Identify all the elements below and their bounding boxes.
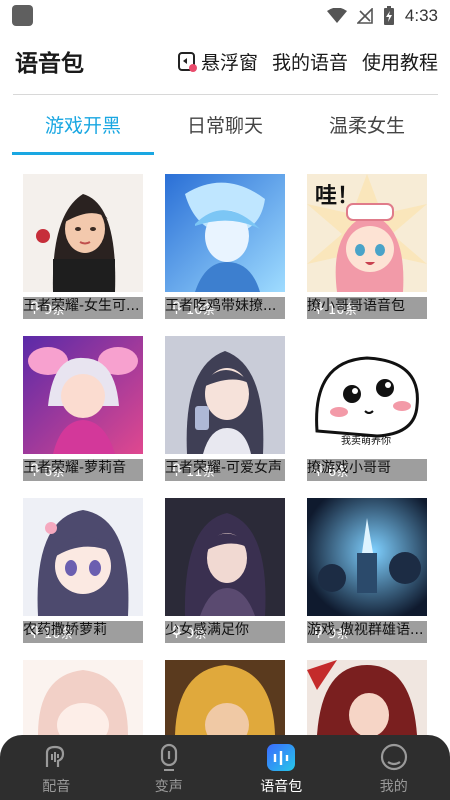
battery-charging-icon — [383, 6, 394, 25]
float-window-button[interactable]: 悬浮窗 — [177, 48, 258, 75]
wifi-icon — [326, 8, 347, 23]
nav-dubbing[interactable]: 配音 — [0, 735, 113, 800]
voice-pack-card[interactable]: 6条 王者荣耀-萝莉音 — [23, 336, 143, 481]
float-window-label: 悬浮窗 — [200, 52, 258, 74]
blush-face-sticker-thumbnail: 我卖萌养你 — [307, 336, 427, 454]
voice-pack-card[interactable]: 9条 少女感满足你 — [165, 498, 285, 643]
voice-pack-title: 撩游戏小哥哥 — [307, 460, 391, 476]
voice-pack-title: 撩小哥哥语音包 — [307, 298, 405, 314]
voice-pack-title: 王者荣耀-可爱女声 — [165, 460, 283, 476]
nav-profile[interactable]: 我的 — [338, 735, 450, 800]
voice-pack-card[interactable]: 9条 王者荣耀-女生可... — [23, 174, 143, 319]
voice-pack-card[interactable]: 10条 农药撒娇萝莉 — [23, 498, 143, 643]
thumbnail-caption: 哇！ — [315, 184, 360, 209]
tutorial-button[interactable]: 使用教程 — [362, 48, 438, 75]
app-notification-icon — [12, 5, 33, 26]
header: 语音包 悬浮窗 我的语音 使用教程 — [0, 32, 450, 94]
voice-pack-card[interactable] — [23, 660, 143, 735]
girl-portrait-thumbnail — [23, 174, 143, 292]
my-voice-button[interactable]: 我的语音 — [272, 48, 348, 75]
voice-pack-title: 游戏-傲视群雄语... — [307, 622, 424, 638]
game-character-thumbnail — [23, 336, 143, 454]
purple-hair-girl-thumbnail — [23, 498, 143, 616]
nav-label: 语音包 — [260, 779, 303, 795]
voice-pack-icon — [264, 743, 298, 773]
voice-pack-title: 少女感满足你 — [165, 622, 249, 638]
voice-pack-card[interactable]: 10条 王者吃鸡带妹撩... — [165, 174, 285, 319]
voice-pack-card[interactable] — [165, 660, 285, 735]
red-hair-hero-thumbnail — [307, 660, 427, 735]
voice-pack-title: 农药撒娇萝莉 — [23, 622, 107, 638]
no-signal-icon — [356, 8, 373, 24]
voice-pack-title: 王者吃鸡带妹撩... — [165, 298, 277, 314]
bottom-nav: 配音 变声 语音包 我的 — [0, 735, 450, 800]
blonde-character-thumbnail — [165, 660, 285, 735]
category-tabs: 游戏开黑 日常聊天 温柔女生 — [12, 104, 438, 156]
voice-pack-title: 王者荣耀-女生可... — [23, 298, 140, 314]
voice-pack-card[interactable] — [307, 660, 427, 735]
microphone-icon — [152, 743, 186, 773]
nav-label: 变声 — [154, 779, 183, 795]
status-bar: 4:33 — [0, 0, 450, 32]
game-battle-thumbnail — [307, 498, 427, 616]
voice-pack-card[interactable]: 我卖萌养你 6条 撩游戏小哥哥 — [307, 336, 427, 481]
header-divider — [13, 94, 438, 95]
float-window-icon — [177, 51, 197, 72]
blue-anime-boy-thumbnail — [165, 174, 285, 292]
nav-voice-pack[interactable]: 语音包 — [225, 735, 338, 800]
voice-pack-card[interactable]: 9条 游戏-傲视群雄语... — [307, 498, 427, 643]
nav-label: 我的 — [379, 779, 408, 795]
voice-pack-title: 王者荣耀-萝莉音 — [23, 460, 127, 476]
page-title: 语音包 — [15, 51, 84, 77]
clock: 4:33 — [404, 6, 438, 25]
sketch-girl-thumbnail — [23, 660, 143, 735]
voice-pack-card[interactable]: 哇！ 10条 撩小哥哥语音包 — [307, 174, 427, 319]
header-actions: 悬浮窗 我的语音 使用教程 — [177, 48, 438, 75]
tab-gentle-girl[interactable]: 温柔女生 — [296, 104, 438, 156]
nav-voice-change[interactable]: 变声 — [113, 735, 226, 800]
dubbing-icon — [39, 743, 73, 773]
tab-game[interactable]: 游戏开黑 — [12, 104, 154, 156]
anime-girl-phone-thumbnail — [165, 336, 285, 454]
status-indicators: 4:33 — [326, 4, 438, 28]
nav-label: 配音 — [42, 779, 71, 795]
tab-daily-chat[interactable]: 日常聊天 — [154, 104, 296, 156]
profile-icon — [377, 743, 411, 773]
voice-pack-card[interactable]: 11条 王者荣耀-可爱女声 — [165, 336, 285, 481]
thumbnail-caption: 我卖萌养你 — [341, 436, 391, 447]
dark-hair-girl-thumbnail — [165, 498, 285, 616]
pink-hair-girl-thumbnail: 哇！ — [307, 174, 427, 292]
